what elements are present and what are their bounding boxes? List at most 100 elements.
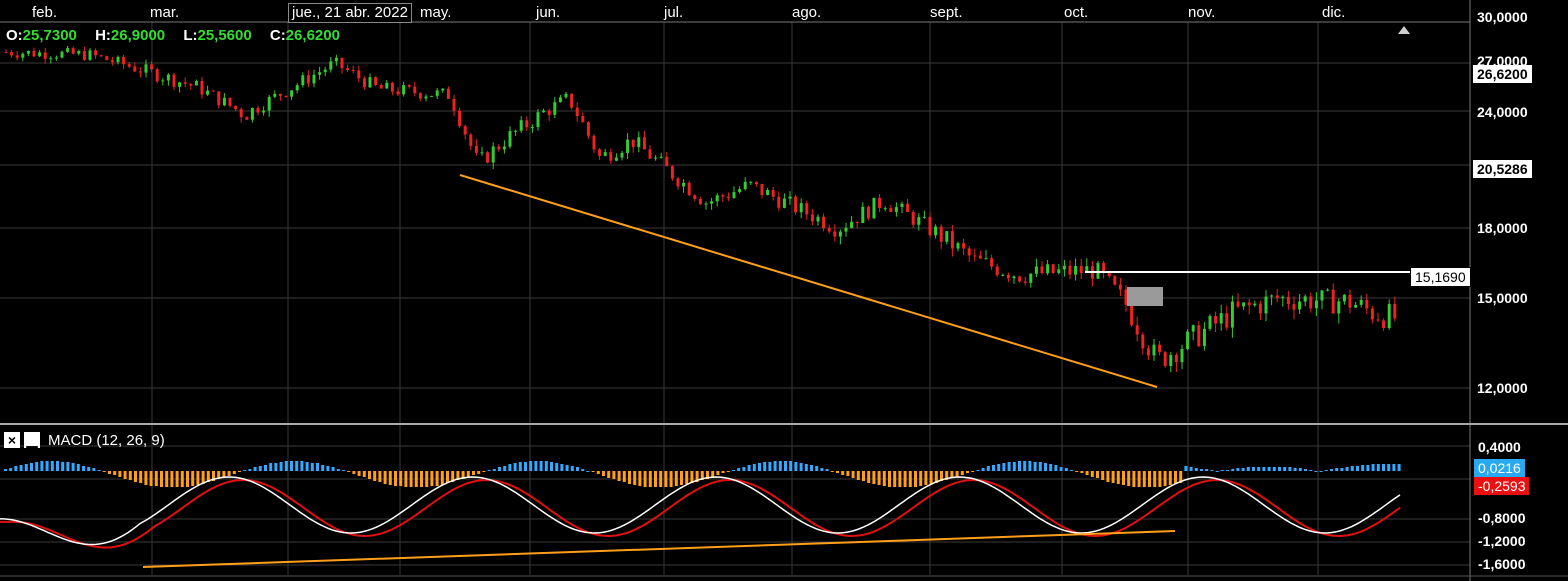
macd-histogram-bar [503, 466, 507, 471]
macd-histogram-bar [487, 470, 491, 471]
macd-histogram-bar [815, 466, 819, 471]
candle-body [866, 206, 870, 219]
macd-minimize-button[interactable]: ▁ [24, 432, 40, 448]
candle-body [883, 208, 887, 210]
candle-body [26, 50, 30, 54]
candle-body [122, 56, 126, 65]
candle-body [872, 197, 876, 219]
candle-body [262, 110, 266, 113]
candle-body [687, 182, 691, 196]
low-value: 25,5600 [197, 27, 252, 44]
macd-histogram-bar [243, 470, 247, 471]
macd-histogram-bar [1241, 468, 1245, 471]
macd-histogram-bar [227, 471, 231, 476]
macd-histogram-bar [19, 465, 23, 471]
candle-body [1303, 296, 1307, 302]
macd-histogram-bar [1064, 468, 1068, 471]
price-tick-label: 15,0000 [1477, 290, 1528, 306]
macd-histogram-bar [1070, 470, 1073, 471]
candle-body [1230, 301, 1234, 328]
candle-body [267, 96, 271, 111]
candle-body [217, 91, 221, 106]
macd-histogram-bar [799, 463, 803, 471]
selection-highlight [1127, 287, 1163, 306]
macd-histogram-bar [1012, 462, 1016, 471]
macd-histogram-bar [648, 471, 652, 487]
macd-histogram-bar [882, 471, 886, 486]
price-chart[interactable]: feb.mar.abr.may.jun.jul.ago.sept.oct.nov… [0, 0, 1568, 581]
macd-histogram-bar [1226, 470, 1229, 471]
macd-histogram-bar [669, 471, 673, 487]
macd-histogram-bar [1049, 464, 1053, 471]
macd-histogram-bar [1257, 467, 1261, 471]
candle-body [917, 217, 921, 225]
macd-histogram-bar [248, 469, 252, 471]
candle-body [1197, 325, 1201, 347]
macd-histogram-bar [264, 465, 267, 471]
macd-histogram-bar [300, 461, 304, 471]
macd-histogram-bar [1038, 462, 1042, 471]
high-label: H: [95, 27, 111, 44]
candle-body [525, 120, 529, 128]
macd-histogram-bar [856, 471, 860, 480]
macd-histogram-bar [66, 462, 70, 471]
macd-histogram-bar [347, 471, 351, 472]
candle-body [390, 82, 394, 92]
candle-body [984, 258, 988, 260]
candle-body [670, 166, 674, 179]
macd-histogram-bar [82, 466, 85, 471]
macd-histogram-bar [518, 462, 522, 471]
candle-body [637, 137, 641, 148]
candle-body [631, 139, 635, 148]
candle-body [1393, 304, 1397, 319]
candle-body [805, 203, 809, 215]
candle-body [777, 196, 781, 208]
macd-histogram-bar [128, 471, 132, 480]
candle-body [967, 248, 971, 256]
candle-body [329, 61, 333, 70]
macd-histogram-bar [903, 471, 907, 487]
macd-histogram-bar [654, 471, 657, 487]
macd-histogram-bar [784, 461, 787, 471]
macd-histogram-bar [742, 467, 746, 471]
macd-histogram-bar [1002, 463, 1006, 471]
macd-histogram-bar [92, 468, 96, 471]
candle-body [693, 195, 697, 199]
candle-body [4, 52, 8, 54]
macd-panel-header: × ▁ MACD (12, 26, 9) [4, 430, 165, 450]
macd-histogram-bar [134, 471, 137, 482]
macd-histogram-bar [794, 462, 798, 471]
macd-histogram-bar [966, 471, 969, 473]
candle-body [603, 152, 607, 156]
candle-body [1208, 316, 1212, 329]
macd-histogram-bar [841, 471, 845, 475]
macd-histogram-bar [1059, 467, 1063, 471]
macd-histogram-bar [830, 471, 834, 472]
candle-body [1174, 354, 1178, 363]
candle-body [1029, 273, 1033, 283]
macd-close-button[interactable]: × [4, 432, 20, 448]
macd-histogram-bar [102, 471, 106, 472]
candle-body [1051, 264, 1055, 273]
macd-histogram-bar [326, 466, 330, 471]
macd-histogram-bar [1168, 471, 1172, 485]
last-price-tag: 26,6200 [1473, 65, 1532, 83]
candle-body [1376, 319, 1380, 321]
candle-body [833, 231, 837, 237]
candle-body [570, 93, 574, 108]
candle-body [1264, 296, 1268, 314]
level-price-tag: 20,5286 [1473, 160, 1532, 178]
candle-body [446, 88, 450, 99]
macd-histogram-bar [352, 471, 356, 474]
macd-histogram-bar [1075, 471, 1079, 472]
price-tick-label: 30,0000 [1477, 9, 1528, 25]
macd-histogram-bar [316, 463, 319, 471]
candle-body [1253, 303, 1257, 306]
candle-body [1118, 284, 1122, 290]
macd-tick-label: -1,6000 [1478, 556, 1526, 572]
candle-body [581, 116, 585, 123]
candle-body [945, 231, 949, 242]
candle-body [1270, 295, 1274, 297]
candle-body [794, 196, 798, 213]
candle-body [194, 81, 198, 86]
